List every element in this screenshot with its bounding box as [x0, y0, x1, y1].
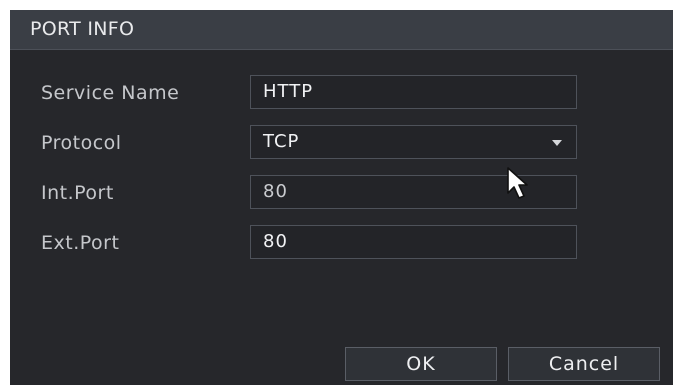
chevron-down-icon[interactable] [552, 140, 562, 146]
ext-port-value: 80 [263, 231, 288, 252]
ok-button[interactable]: OK [345, 347, 497, 381]
protocol-label: Protocol [41, 132, 122, 154]
service-name-value: HTTP [263, 81, 314, 102]
dialog-title: PORT INFO [30, 18, 135, 40]
ext-port-field[interactable]: 80 [250, 225, 577, 259]
protocol-value: TCP [263, 131, 300, 152]
int-port-label: Int.Port [41, 182, 114, 204]
port-info-dialog: PORT INFO Service Name HTTP Protocol TCP… [10, 10, 673, 385]
service-name-label: Service Name [41, 82, 180, 104]
ext-port-label: Ext.Port [41, 232, 120, 254]
dialog-titlebar: PORT INFO [10, 10, 673, 50]
int-port-value: 80 [263, 181, 288, 202]
cancel-button[interactable]: Cancel [508, 347, 660, 381]
service-name-field[interactable]: HTTP [250, 75, 577, 109]
mouse-cursor-icon [507, 167, 528, 199]
protocol-select[interactable]: TCP [250, 125, 577, 159]
